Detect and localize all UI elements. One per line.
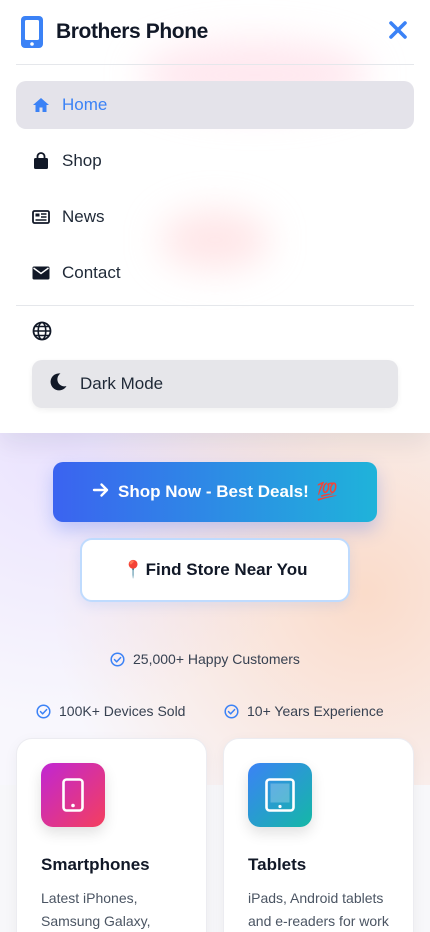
find-store-button[interactable]: 📍 Find Store Near You — [80, 538, 350, 602]
nav-item-label: Home — [62, 95, 108, 114]
brand-logo-link[interactable]: Brothers Phone — [20, 16, 208, 48]
map-pin-emoji: 📍 — [122, 560, 144, 579]
newspaper-icon — [32, 208, 50, 226]
tablet-icon — [248, 763, 312, 827]
stat-text: 25,000+ Happy Customers — [133, 651, 300, 667]
envelope-icon — [32, 264, 50, 282]
drawer-header: Brothers Phone — [0, 0, 430, 64]
close-menu-button[interactable] — [382, 16, 414, 48]
brand-name: Brothers Phone — [56, 20, 208, 43]
find-store-label: Find Store Near You — [145, 560, 308, 579]
nav-item-label: News — [62, 207, 105, 226]
category-title: Tablets — [248, 855, 307, 874]
drawer-nav: Home Shop News Contact — [0, 65, 430, 297]
nav-item-contact[interactable]: Contact — [16, 249, 414, 297]
stat-happy-customers: 25,000+ Happy Customers — [110, 651, 300, 667]
arrow-right-icon — [92, 482, 110, 503]
moon-icon — [48, 372, 68, 397]
category-description: iPads, Android tablets and e-readers for… — [248, 890, 389, 929]
check-circle-icon — [36, 703, 51, 719]
nav-item-label: Contact — [62, 263, 121, 282]
nav-item-news[interactable]: News — [16, 193, 414, 241]
dark-mode-label: Dark Mode — [80, 374, 164, 393]
smartphone-icon — [41, 763, 105, 827]
stat-text: 10+ Years Experience — [247, 703, 384, 719]
shop-now-label: Shop Now - Best Deals! — [118, 482, 309, 501]
navigation-drawer: Brothers Phone Home Shop News Contact Da… — [0, 0, 430, 433]
stat-text: 100K+ Devices Sold — [59, 703, 186, 719]
home-icon — [32, 96, 50, 114]
nav-item-shop[interactable]: Shop — [16, 137, 414, 185]
nav-item-label: Shop — [62, 151, 102, 170]
language-selector[interactable] — [0, 306, 430, 360]
close-icon — [388, 20, 408, 44]
hundred-points-emoji: 💯 — [316, 482, 338, 501]
stat-years-experience: 10+ Years Experience — [224, 703, 384, 719]
stat-devices-sold: 100K+ Devices Sold — [36, 703, 185, 719]
category-card-smartphones[interactable]: Smartphones Latest iPhones, Samsung Gala… — [16, 738, 207, 932]
check-circle-icon — [224, 703, 239, 719]
smartphone-icon — [20, 16, 44, 48]
dark-mode-toggle[interactable]: Dark Mode — [32, 360, 398, 408]
category-description: Latest iPhones, Samsung Galaxy, Google P… — [41, 890, 151, 929]
shopping-bag-icon — [32, 152, 50, 170]
nav-item-home[interactable]: Home — [16, 81, 414, 129]
shop-now-button[interactable]: Shop Now - Best Deals! 💯 — [53, 462, 377, 522]
globe-icon — [32, 321, 52, 345]
category-card-tablets[interactable]: Tablets iPads, Android tablets and e-rea… — [223, 738, 414, 932]
category-title: Smartphones — [41, 855, 150, 874]
check-circle-icon — [110, 651, 125, 667]
